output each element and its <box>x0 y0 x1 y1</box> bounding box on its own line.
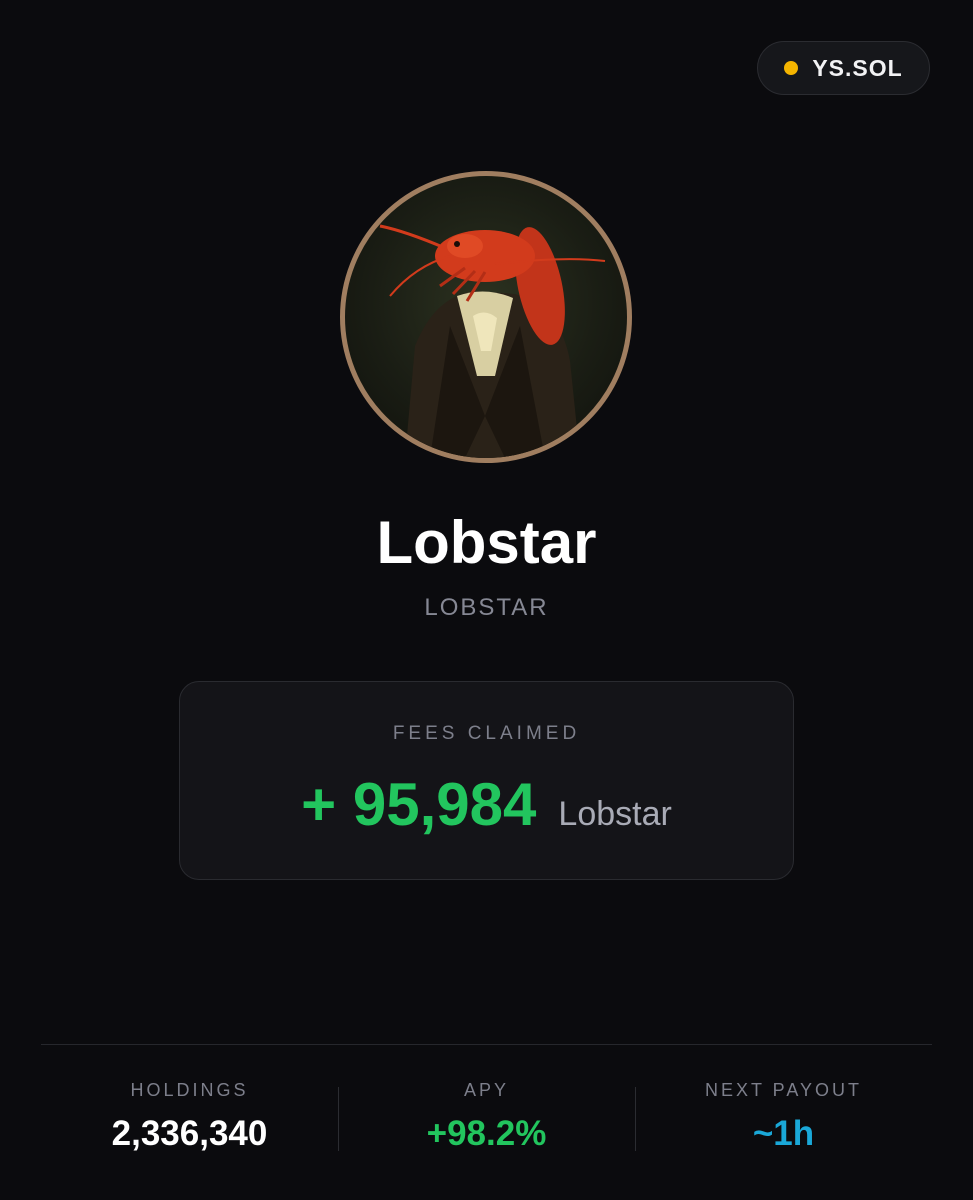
status-dot-icon <box>784 61 799 75</box>
fees-claimed-amount: + 95,984 <box>301 771 537 838</box>
stat-holdings: HOLDINGS 2,336,340 <box>41 1045 338 1200</box>
wallet-badge-label: YS.SOL <box>812 54 903 81</box>
fees-claimed-title: FEES CLAIMED <box>392 723 581 744</box>
stat-next-payout-label: NEXT PAYOUT <box>704 1080 863 1100</box>
profile-ticker: LOBSTAR <box>424 594 549 621</box>
stat-holdings-value: 2,336,340 <box>111 1114 268 1153</box>
avatar <box>340 171 632 463</box>
stat-apy-value: +98.2% <box>426 1114 547 1153</box>
fees-claimed-row: + 95,984 Lobstar <box>180 770 793 839</box>
wallet-badge[interactable]: YS.SOL <box>757 41 930 95</box>
stat-holdings-label: HOLDINGS <box>130 1080 249 1100</box>
stats-bar: HOLDINGS 2,336,340 APY +98.2% NEXT PAYOU… <box>41 1045 932 1200</box>
fees-claimed-unit: Lobstar <box>558 795 672 833</box>
fees-claimed-card: FEES CLAIMED + 95,984 Lobstar <box>179 681 794 880</box>
stat-apy-label: APY <box>463 1080 510 1100</box>
stat-next-payout-value: ~1h <box>752 1114 815 1153</box>
stat-next-payout: NEXT PAYOUT ~1h <box>635 1045 932 1200</box>
lobster-portrait-icon <box>379 224 606 458</box>
profile-name: Lobstar <box>376 509 597 576</box>
stat-apy: APY +98.2% <box>338 1045 635 1200</box>
